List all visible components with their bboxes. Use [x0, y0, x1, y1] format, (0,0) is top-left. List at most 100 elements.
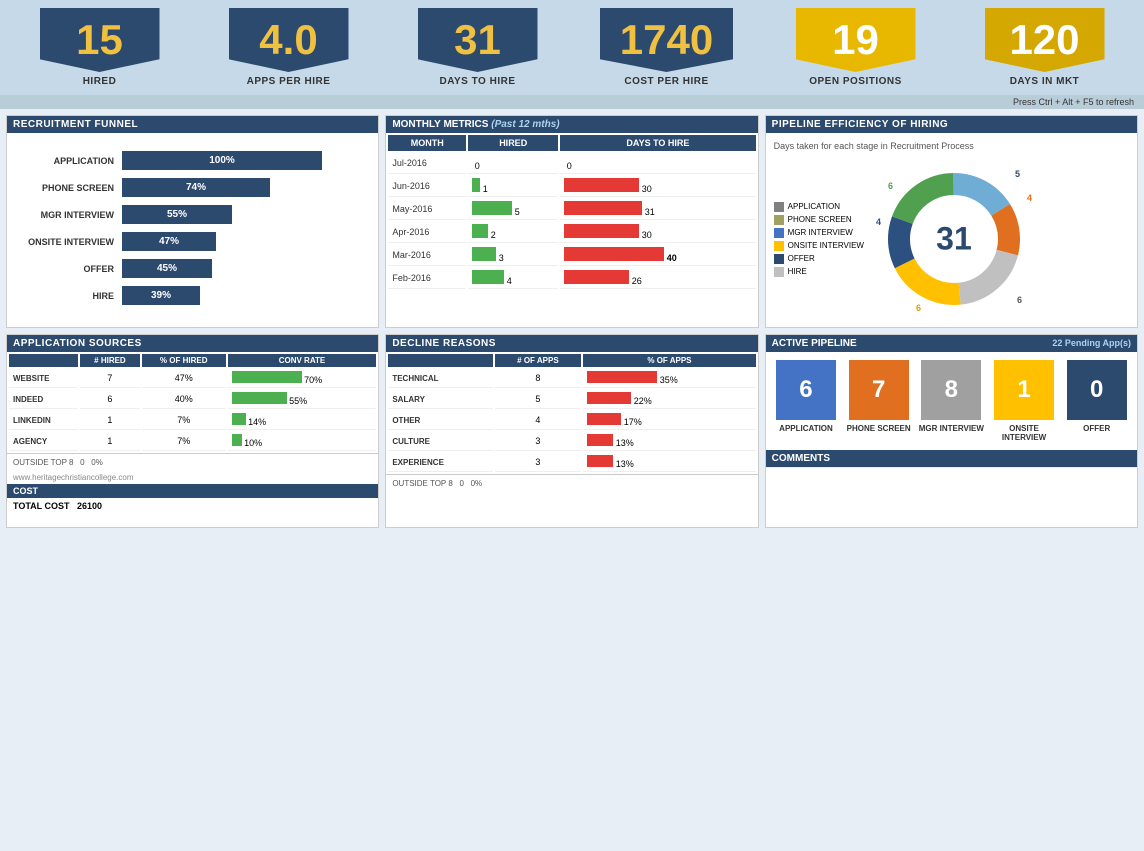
active-pipeline-header: ACTIVE PIPELINE 22 Pending App(s) — [766, 335, 1137, 352]
funnel-row-phone: PHONE SCREEN 74% — [22, 178, 363, 197]
pipeline-item-onsite: 1 ONSITEINTERVIEW — [990, 360, 1059, 442]
pipeline-item-application: 6 APPLICATION — [772, 360, 841, 442]
metric-mkt-label: DAYS IN MKT — [1010, 76, 1080, 87]
metric-apps-per-hire: 4.0 APPS PER HIRE — [199, 8, 378, 87]
seg-label-6-bottom: 6 — [916, 303, 921, 313]
outside-top8-label: OUTSIDE TOP 8 — [13, 458, 73, 467]
funnel-bar-offer: 45% — [122, 259, 363, 278]
outside-top8-pct: 0% — [91, 458, 103, 467]
legend-application: APPLICATION — [774, 202, 864, 212]
monthly-col-days: DAYS TO HIRE — [560, 135, 755, 151]
source-row-website: WEBSITE 7 47% 70% — [9, 369, 376, 388]
main-content: RECRUITMENT FUNNEL APPLICATION 100% PHON… — [0, 109, 1144, 534]
pipeline-num-onsite: 1 — [994, 360, 1054, 420]
pipeline-section: PIPELINE EFFICIENCY OF HIRING Days taken… — [765, 115, 1138, 328]
pipeline-item-label-mgr: MGR INTERVIEW — [919, 424, 984, 433]
sources-section: APPLICATION SOURCES # HIRED % OF HIRED C… — [6, 334, 379, 528]
active-pipeline-title: ACTIVE PIPELINE — [772, 338, 857, 349]
decline-outside-apps: 0 — [459, 479, 463, 488]
legend-dot-hire — [774, 267, 784, 277]
sources-col-hired: # HIRED — [80, 354, 140, 367]
top-metrics-bar: 15 HIRED 4.0 APPS PER HIRE 31 DAYS TO HI… — [0, 0, 1144, 95]
metric-cost-value: 1740 — [600, 8, 733, 72]
active-pipeline-section: ACTIVE PIPELINE 22 Pending App(s) 6 APPL… — [765, 334, 1138, 528]
decline-col-pct: % OF APPS — [583, 354, 755, 367]
donut-center-value: 31 — [936, 221, 972, 258]
decline-table: # OF APPS % OF APPS TECHNICAL 8 35% SALA… — [386, 352, 757, 474]
decline-row-salary: SALARY 5 22% — [388, 390, 755, 409]
decline-row-culture: CULTURE 3 13% — [388, 432, 755, 451]
comments-area[interactable] — [766, 467, 1137, 527]
sources-footer: OUTSIDE TOP 8 0 0% — [7, 453, 378, 471]
metric-cost-per-hire: 1740 COST PER HIRE — [577, 8, 756, 87]
monthly-row-jul: Jul-2016 0 0 — [388, 153, 755, 174]
metric-hired-value: 15 — [40, 8, 160, 72]
legend-dot-offer — [774, 254, 784, 264]
pipeline-item-phone: 7 PHONE SCREEN — [844, 360, 913, 442]
funnel-label-hire: HIRE — [22, 291, 122, 301]
pipeline-legend: APPLICATION PHONE SCREEN MGR INTERVIEW O… — [774, 199, 864, 280]
funnel-label-offer: OFFER — [22, 264, 122, 274]
legend-dot-onsite — [774, 241, 784, 251]
pipeline-item-offer: 0 OFFER — [1062, 360, 1131, 442]
seg-label-4-left: 4 — [876, 217, 881, 227]
cost-total-value: 26100 — [77, 501, 102, 511]
metric-open-label: OPEN POSITIONS — [809, 76, 902, 87]
funnel-content: APPLICATION 100% PHONE SCREEN 74% MGR IN… — [7, 133, 378, 323]
legend-mgr-interview: MGR INTERVIEW — [774, 228, 864, 238]
sources-col-pct: % OF HIRED — [142, 354, 226, 367]
pipeline-chart-area: APPLICATION PHONE SCREEN MGR INTERVIEW O… — [774, 159, 1129, 319]
legend-hire: HIRE — [774, 267, 864, 277]
decline-section: DECLINE REASONS # OF APPS % OF APPS TECH… — [385, 334, 758, 528]
metric-days-value: 31 — [418, 8, 538, 72]
source-row-agency: AGENCY 1 7% 10% — [9, 432, 376, 451]
funnel-row-application: APPLICATION 100% — [22, 151, 363, 170]
funnel-bar-hire: 39% — [122, 286, 363, 305]
pipeline-item-label-phone: PHONE SCREEN — [847, 424, 911, 433]
source-row-indeed: INDEED 6 40% 55% — [9, 390, 376, 409]
metric-days-to-hire: 31 DAYS TO HIRE — [388, 8, 567, 87]
funnel-bar-mgr: 55% — [122, 205, 363, 224]
metric-hired-label: HIRED — [83, 76, 117, 87]
decline-row-other: OTHER 4 17% — [388, 411, 755, 430]
pipeline-item-label-onsite: ONSITEINTERVIEW — [1002, 424, 1046, 442]
decline-row-technical: TECHNICAL 8 35% — [388, 369, 755, 388]
funnel-section: RECRUITMENT FUNNEL APPLICATION 100% PHON… — [6, 115, 379, 328]
decline-row-experience: EXPERIENCE 3 13% — [388, 453, 755, 472]
monthly-row-feb: Feb-2016 4 26 — [388, 268, 755, 289]
monthly-col-month: MONTH — [388, 135, 466, 151]
monthly-subtitle: (Past 12 mths) — [491, 119, 559, 130]
monthly-row-mar: Mar-2016 3 40 — [388, 245, 755, 266]
monthly-col-hired: HIRED — [468, 135, 558, 151]
pipeline-num-offer: 0 — [1067, 360, 1127, 420]
watermark: www.heritagechristiancollege.com — [7, 471, 378, 484]
sources-table: # HIRED % OF HIRED CONV RATE WEBSITE 7 4… — [7, 352, 378, 453]
metric-apps-value: 4.0 — [229, 8, 349, 72]
cost-label: COST — [7, 484, 378, 498]
metric-days-in-mkt: 120 DAYS IN MKT — [955, 8, 1134, 87]
pipeline-content: Days taken for each stage in Recruitment… — [766, 133, 1137, 327]
comments-header: COMMENTS — [766, 450, 1137, 467]
legend-dot-phone — [774, 215, 784, 225]
seg-label-6-bottomright: 6 — [1017, 295, 1022, 305]
metric-hired: 15 HIRED — [10, 8, 189, 87]
cost-total-label: TOTAL COST — [13, 501, 70, 511]
metric-days-label: DAYS TO HIRE — [439, 76, 515, 87]
funnel-bar-onsite: 47% — [122, 232, 363, 251]
seg-label-5: 5 — [1015, 169, 1020, 179]
metric-apps-label: APPS PER HIRE — [247, 76, 331, 87]
donut-chart: 31 5 4 6 6 4 6 — [874, 159, 1034, 319]
legend-onsite-interview: ONSITE INTERVIEW — [774, 241, 864, 251]
pipeline-item-label-offer: OFFER — [1083, 424, 1110, 433]
funnel-row-mgr: MGR INTERVIEW 55% — [22, 205, 363, 224]
legend-dot-mgr — [774, 228, 784, 238]
funnel-label-phone: PHONE SCREEN — [22, 183, 122, 193]
sources-title: APPLICATION SOURCES — [7, 335, 378, 352]
monthly-row-apr: Apr-2016 2 30 — [388, 222, 755, 243]
pipeline-num-phone: 7 — [849, 360, 909, 420]
refresh-hint: Press Ctrl + Alt + F5 to refresh — [0, 95, 1144, 109]
source-row-linkedin: LINKEDIN 1 7% 14% — [9, 411, 376, 430]
legend-dot-application — [774, 202, 784, 212]
funnel-bar-phone: 74% — [122, 178, 363, 197]
pipeline-item-label-application: APPLICATION — [779, 424, 833, 433]
